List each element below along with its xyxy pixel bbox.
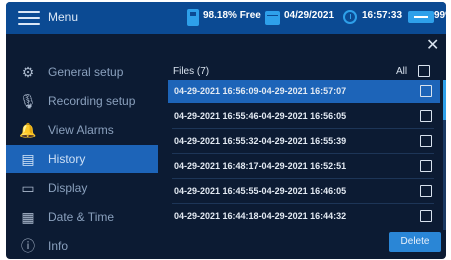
file-row[interactable]: 04-29-2021 16:48:17-04-29-2021 16:52:51 bbox=[168, 155, 440, 178]
info-icon: ⓘ bbox=[21, 238, 35, 254]
file-row-text: 04-29-2021 16:48:17-04-29-2021 16:52:51 bbox=[174, 161, 347, 171]
history-icon: ▤ bbox=[21, 151, 35, 167]
sidebar-item-info[interactable]: ⓘ Info bbox=[6, 232, 158, 259]
file-list-scrollbar[interactable] bbox=[443, 80, 446, 230]
bell-icon: 🔔 bbox=[19, 122, 37, 138]
date-text: 04/29/2021 bbox=[284, 10, 335, 21]
file-row-checkbox[interactable] bbox=[420, 110, 432, 122]
sidebar-item-recording-setup[interactable]: 🎙 Recording setup bbox=[6, 87, 158, 115]
file-row[interactable]: 04-29-2021 16:55:32-04-29-2021 16:55:39 bbox=[168, 130, 440, 153]
file-row[interactable]: 04-29-2021 16:45:55-04-29-2021 16:46:05 bbox=[168, 180, 440, 203]
gear-icon: ⚙ bbox=[21, 64, 35, 80]
files-count-title: Files (7) bbox=[173, 66, 210, 77]
file-row-text: 04-29-2021 16:55:46-04-29-2021 16:56:05 bbox=[174, 111, 347, 121]
sidebar-nav: ⚙ General setup 🎙 Recording setup 🔔 View… bbox=[6, 54, 158, 259]
sidebar-item-label: View Alarms bbox=[48, 123, 114, 137]
row-divider bbox=[172, 153, 434, 154]
select-all-label: All bbox=[396, 66, 408, 77]
sidebar-item-label: Info bbox=[48, 239, 69, 253]
time-text: 16:57:33 bbox=[362, 10, 403, 21]
row-divider bbox=[172, 178, 434, 179]
close-icon[interactable]: ✕ bbox=[426, 38, 439, 54]
sidebar-item-label: Date & Time bbox=[48, 210, 115, 224]
storage-icon bbox=[187, 9, 199, 26]
top-bar: Menu 98.18% Free 04/29/2021 16:57:33 99% bbox=[6, 2, 446, 34]
file-row-text: 04-29-2021 16:56:09-04-29-2021 16:57:07 bbox=[174, 86, 347, 96]
sidebar-item-display[interactable]: ▭ Display bbox=[6, 174, 158, 202]
file-row-text: 04-29-2021 16:55:32-04-29-2021 16:55:39 bbox=[174, 136, 347, 146]
sidebar-item-general-setup[interactable]: ⚙ General setup bbox=[6, 58, 158, 86]
file-row[interactable]: 04-29-2021 16:56:09-04-29-2021 16:57:07 bbox=[168, 80, 440, 103]
menu-label[interactable]: Menu bbox=[48, 10, 78, 24]
select-all-checkbox[interactable] bbox=[418, 65, 430, 77]
scrollbar-thumb[interactable] bbox=[443, 80, 446, 120]
sidebar-item-date-time[interactable]: ▦ Date & Time bbox=[6, 203, 158, 231]
file-row-checkbox[interactable] bbox=[420, 85, 432, 97]
calendar-icon bbox=[265, 11, 280, 25]
file-row-checkbox[interactable] bbox=[420, 135, 432, 147]
file-row-checkbox[interactable] bbox=[420, 160, 432, 172]
sidebar-item-label: Display bbox=[48, 181, 88, 195]
file-row-checkbox[interactable] bbox=[420, 185, 432, 197]
sidebar-item-view-alarms[interactable]: 🔔 View Alarms bbox=[6, 116, 158, 144]
row-divider bbox=[172, 128, 434, 129]
delete-button[interactable]: Delete bbox=[389, 232, 441, 252]
monitor-icon: ▭ bbox=[21, 180, 35, 196]
storage-free-text: 98.18% Free bbox=[203, 10, 261, 21]
calendar-clock-icon: ▦ bbox=[21, 209, 35, 225]
file-row[interactable]: 04-29-2021 16:55:46-04-29-2021 16:56:05 bbox=[168, 105, 440, 128]
sidebar-item-label: Recording setup bbox=[48, 94, 136, 108]
microphone-icon: 🎙 bbox=[19, 93, 37, 109]
file-row[interactable]: 04-29-2021 16:44:18-04-29-2021 16:44:32 bbox=[168, 205, 440, 228]
hamburger-menu-icon[interactable] bbox=[18, 11, 40, 25]
sidebar-item-label: General setup bbox=[48, 65, 124, 79]
clock-icon bbox=[343, 10, 357, 24]
file-row-checkbox[interactable] bbox=[420, 210, 432, 222]
battery-icon bbox=[408, 11, 434, 23]
sidebar-item-label: History bbox=[48, 152, 86, 166]
sidebar-item-history[interactable]: ▤ History bbox=[6, 145, 158, 173]
file-row-text: 04-29-2021 16:45:55-04-29-2021 16:46:05 bbox=[174, 186, 347, 196]
file-list: 04-29-2021 16:56:09-04-29-2021 16:57:07 … bbox=[168, 80, 440, 230]
file-row-text: 04-29-2021 16:44:18-04-29-2021 16:44:32 bbox=[174, 211, 347, 221]
battery-text: 99% bbox=[434, 10, 446, 21]
device-screen: Menu 98.18% Free 04/29/2021 16:57:33 99%… bbox=[6, 2, 446, 259]
row-divider bbox=[172, 203, 434, 204]
